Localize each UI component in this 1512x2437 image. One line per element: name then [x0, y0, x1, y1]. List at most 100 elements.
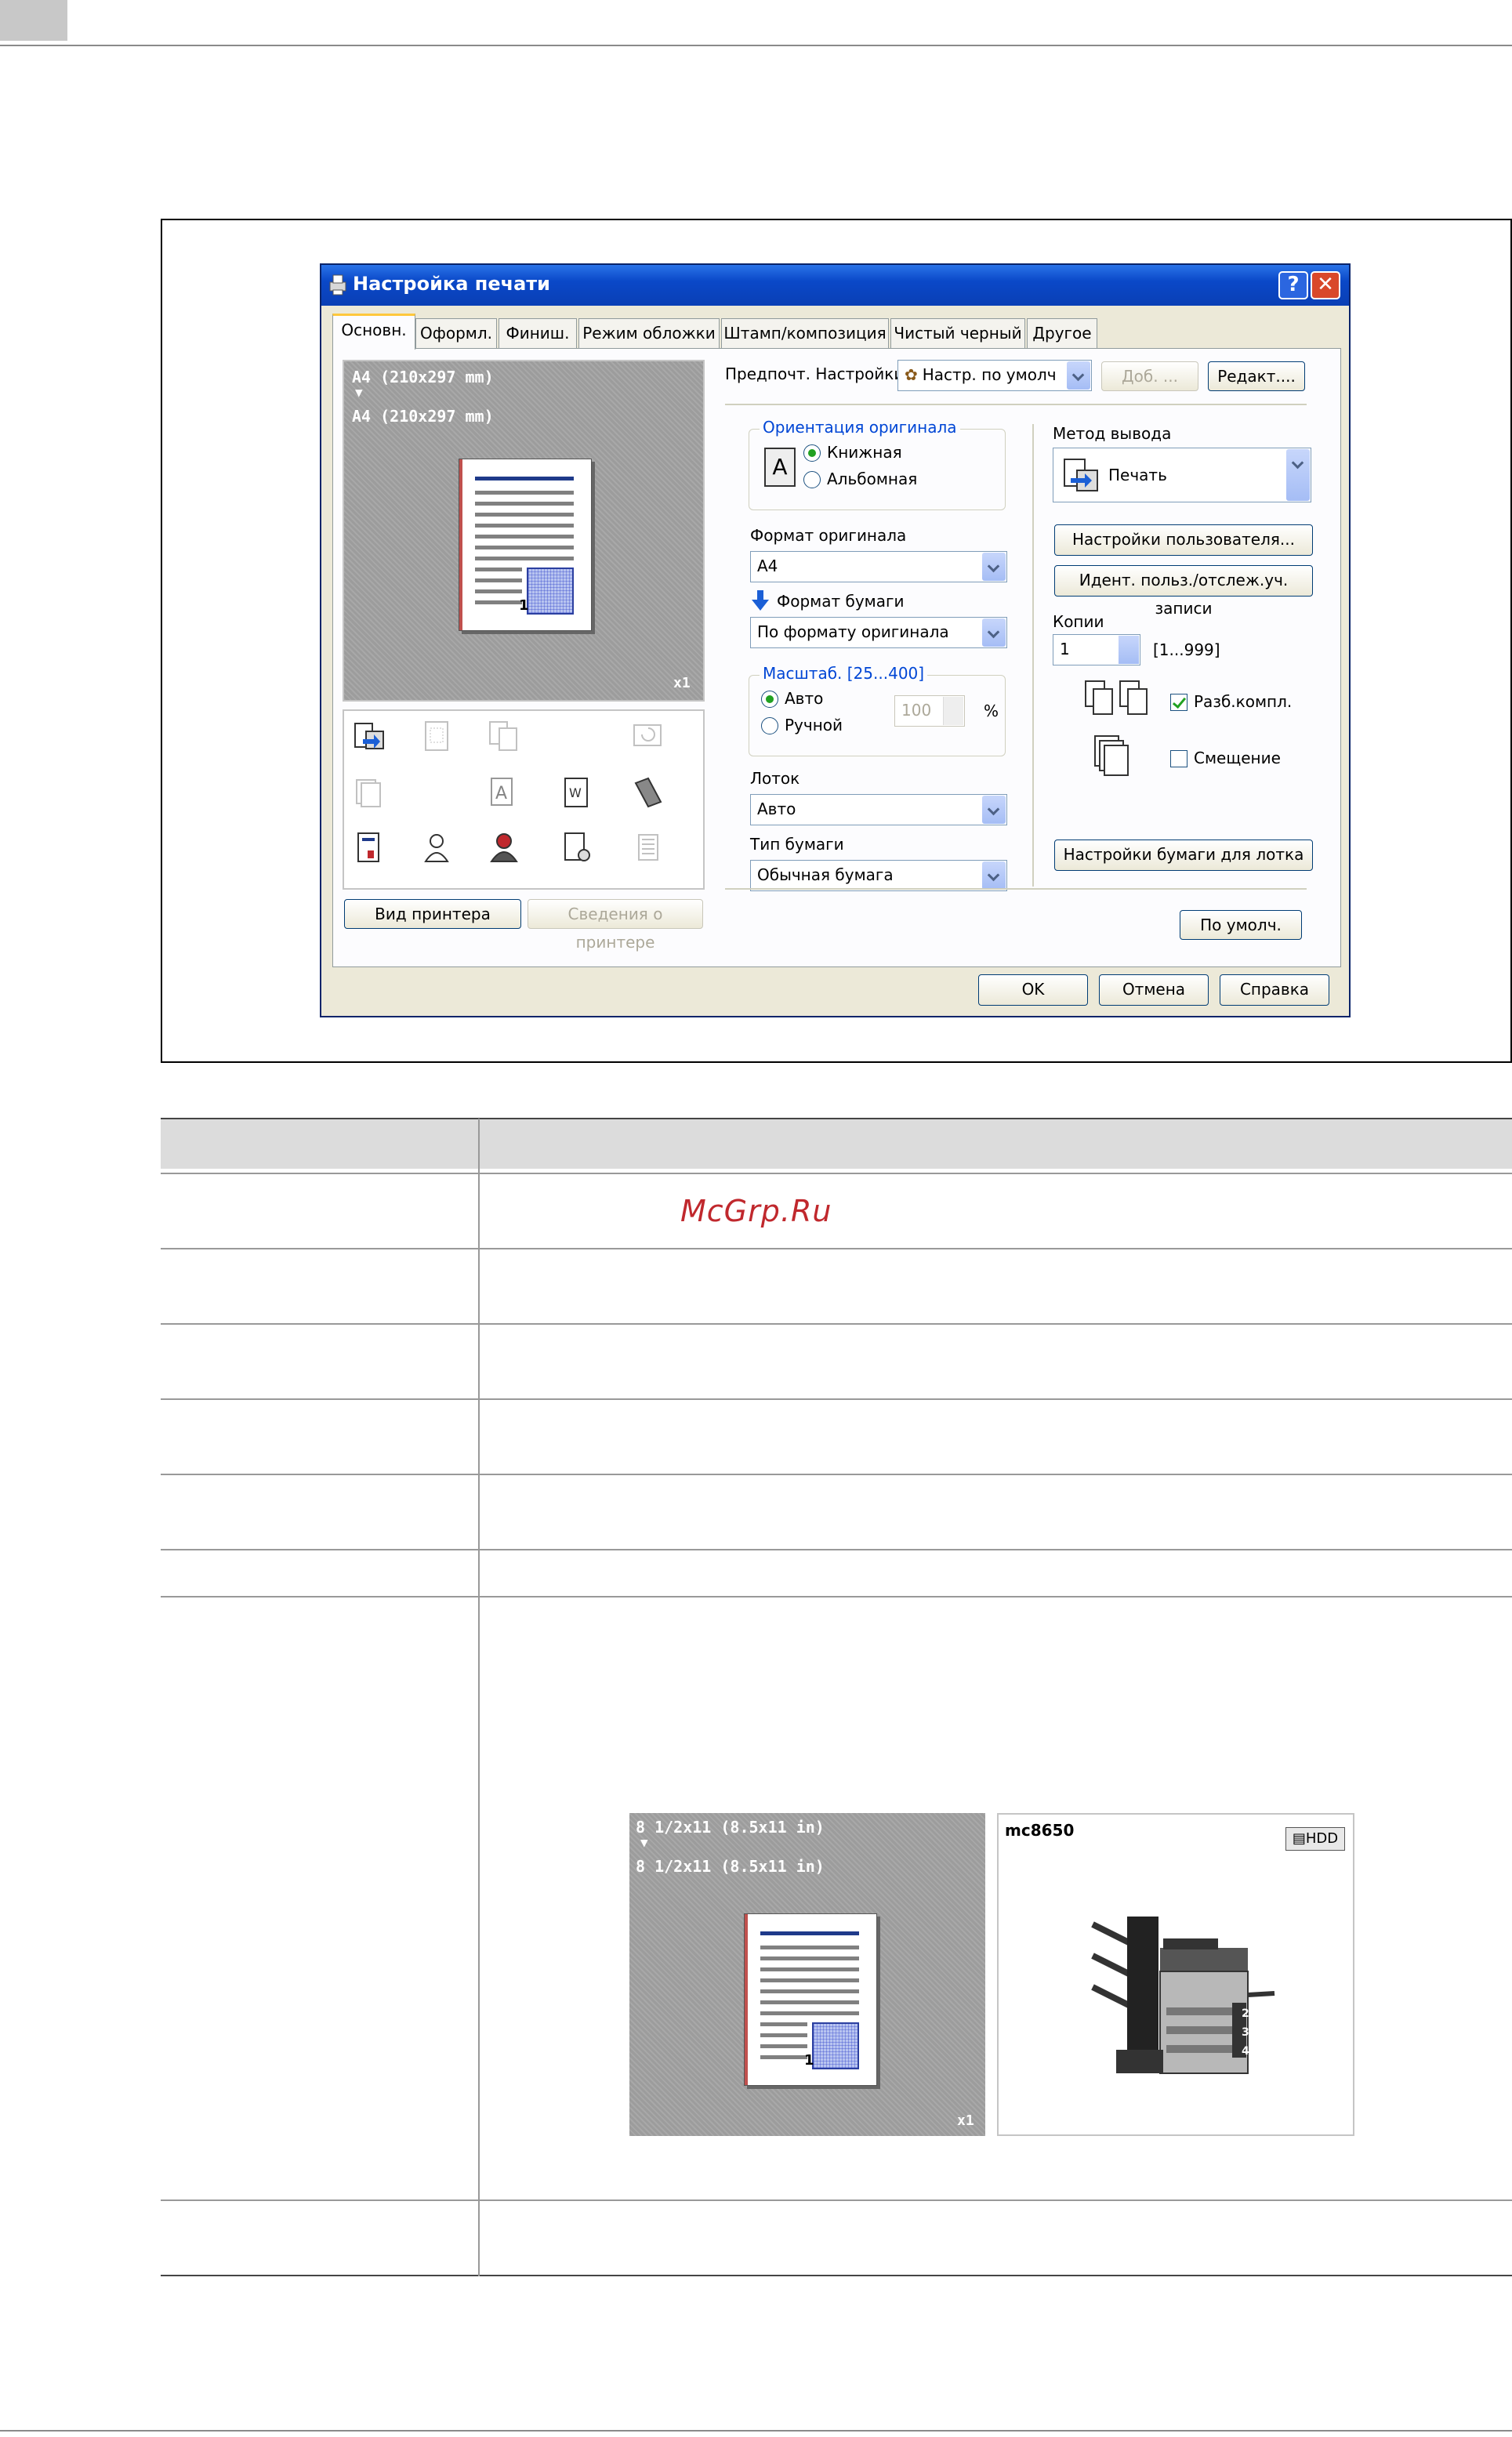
header-rule	[0, 45, 1512, 46]
printer-model: mc8650	[1005, 1821, 1075, 1840]
favorites-value: Настр. по умолч	[922, 365, 1057, 384]
hdd-badge: ▤HDD	[1285, 1827, 1345, 1851]
tab-stamp-composition[interactable]: Штамп/композиция	[721, 318, 889, 348]
tab-basic[interactable]: Основн.	[332, 314, 415, 350]
layout-preview-letter: 8 1/2x11 (8.5x11 in) ▼ 8 1/2x11 (8.5x11 …	[629, 1813, 985, 2136]
bottom-separator	[725, 888, 1307, 890]
printer-view-button[interactable]: Вид принтера	[344, 899, 521, 929]
zoom-value: 100	[901, 701, 932, 720]
favorites-edit-button[interactable]: Редакт....	[1208, 361, 1305, 391]
title-bar[interactable]: Настройка печати ? ✕	[321, 265, 1349, 306]
cancel-button[interactable]: Отмена	[1099, 974, 1209, 1006]
zoom-manual-label: Ручной	[785, 716, 843, 734]
svg-text:A: A	[495, 784, 507, 803]
zoom-auto-radio[interactable]	[761, 691, 778, 708]
zoom-spinner[interactable]	[943, 697, 963, 725]
tab-other[interactable]: Другое	[1027, 318, 1097, 348]
offset-checkbox[interactable]	[1170, 750, 1187, 767]
zoom-value-input[interactable]: 100	[894, 695, 965, 727]
page-corner-block	[0, 0, 67, 41]
favorites-select[interactable]: ✿ Настр. по умолч	[897, 360, 1092, 391]
ok-button[interactable]: OK	[978, 974, 1088, 1006]
paper-type-label: Тип бумаги	[750, 835, 844, 854]
original-format-label: Формат оригинала	[750, 526, 907, 545]
paper-roll-icon	[638, 834, 658, 861]
preview-paper-size: A4 (210x297 mm)	[352, 407, 494, 426]
zoom-page-icon	[425, 721, 448, 751]
paper-type-select[interactable]: Обычная бумага	[750, 860, 1007, 891]
tab-layout[interactable]: Оформл.	[415, 318, 497, 348]
stack-pages-icon	[356, 779, 381, 807]
tray-number-3: 3	[1242, 2026, 1249, 2039]
table-row	[161, 1173, 1512, 1174]
svg-text:W: W	[569, 785, 582, 800]
booklet-icon	[634, 777, 662, 808]
preview-page: 1	[744, 1913, 877, 2086]
arrow-down-icon	[752, 590, 769, 611]
offset-label: Смещение	[1194, 749, 1281, 767]
tab-finishing[interactable]: Финиш.	[499, 318, 577, 348]
collate-checkbox[interactable]	[1170, 694, 1187, 711]
defaults-button[interactable]: По умолч.	[1180, 910, 1302, 940]
print-settings-dialog: Настройка печати ? ✕ Основн. Оформл. Фин…	[320, 263, 1351, 1017]
tab-cover-mode[interactable]: Режим обложки	[578, 318, 720, 348]
paper-type-value: Обычная бумага	[757, 865, 894, 884]
preview-copies-badge: x1	[957, 2112, 974, 2129]
text-orientation-icon: A	[491, 778, 513, 806]
chevron-down-icon	[982, 618, 1006, 647]
paper-format-label: Формат бумаги	[777, 592, 905, 611]
chevron-down-icon	[982, 553, 1006, 581]
landscape-radio[interactable]	[803, 471, 821, 488]
close-icon[interactable]: ✕	[1311, 271, 1340, 299]
copies-input[interactable]: 1	[1053, 634, 1140, 665]
zoom-manual-radio[interactable]	[761, 717, 778, 734]
output-method-select[interactable]: Печать	[1053, 448, 1311, 502]
table-top-rule	[161, 1118, 1512, 1119]
help-title-button[interactable]: ?	[1278, 271, 1308, 299]
settings-icon-grid: A W	[343, 709, 705, 890]
rotate-page-icon	[633, 724, 662, 746]
table-row	[161, 1248, 1512, 1249]
original-format-select[interactable]: A4	[750, 551, 1007, 582]
preview-arrow: ▼	[355, 385, 363, 400]
color-page-icon	[357, 832, 379, 862]
collate-icon	[1085, 680, 1148, 715]
hdd-icon: ▤	[1292, 1830, 1306, 1847]
user-settings-button[interactable]: Настройки пользователя...	[1054, 524, 1313, 556]
original-format-value: A4	[757, 557, 778, 575]
hdd-label: HDD	[1305, 1830, 1339, 1847]
tray-paper-settings-button[interactable]: Настройки бумаги для лотка	[1054, 840, 1313, 871]
tray-number-4: 4	[1242, 2045, 1249, 2058]
layout-preview: A4 (210x297 mm) ▼ A4 (210x297 mm) 1 x1	[343, 360, 705, 702]
chevron-down-icon	[982, 796, 1006, 824]
favorites-icon: ✿	[905, 365, 918, 384]
watermark: McGrp.Ru	[680, 1194, 832, 1228]
tray-select[interactable]: Авто	[750, 794, 1007, 825]
favorites-add-button[interactable]: Доб. ...	[1101, 361, 1198, 391]
offset-stack-icon	[1094, 735, 1129, 776]
printer-info-button[interactable]: Сведения о принтере	[528, 899, 703, 952]
preview-original-size: A4 (210x297 mm)	[352, 368, 494, 386]
zoom-unit: %	[984, 702, 999, 720]
print-output-icon	[1064, 459, 1098, 491]
multi-page-icon	[489, 721, 517, 751]
copies-spinner[interactable]	[1119, 636, 1139, 664]
tab-pure-black[interactable]: Чистый черный	[890, 318, 1025, 348]
preview-page: 1	[459, 459, 592, 631]
table-row	[161, 1323, 1512, 1325]
chevron-down-icon	[1067, 361, 1090, 390]
paper-format-value: По формату оригинала	[757, 622, 949, 641]
copies-value: 1	[1060, 640, 1070, 658]
table-row	[161, 1596, 1512, 1597]
table-header	[161, 1119, 1512, 1169]
help-button[interactable]: Справка	[1220, 974, 1329, 1006]
preview-page-number: 1	[519, 597, 529, 614]
portrait-radio[interactable]	[803, 444, 821, 462]
output-method-value: Печать	[1108, 466, 1167, 484]
user-id-button[interactable]: Идент. польз./отслеж.уч. записи	[1054, 565, 1313, 618]
print-output-icon[interactable]	[352, 719, 386, 753]
collate-label: Разб.компл.	[1194, 692, 1293, 711]
output-method-label: Метод вывода	[1053, 424, 1172, 443]
paper-format-select[interactable]: По формату оригинала	[750, 617, 1007, 648]
table-row	[161, 1474, 1512, 1475]
